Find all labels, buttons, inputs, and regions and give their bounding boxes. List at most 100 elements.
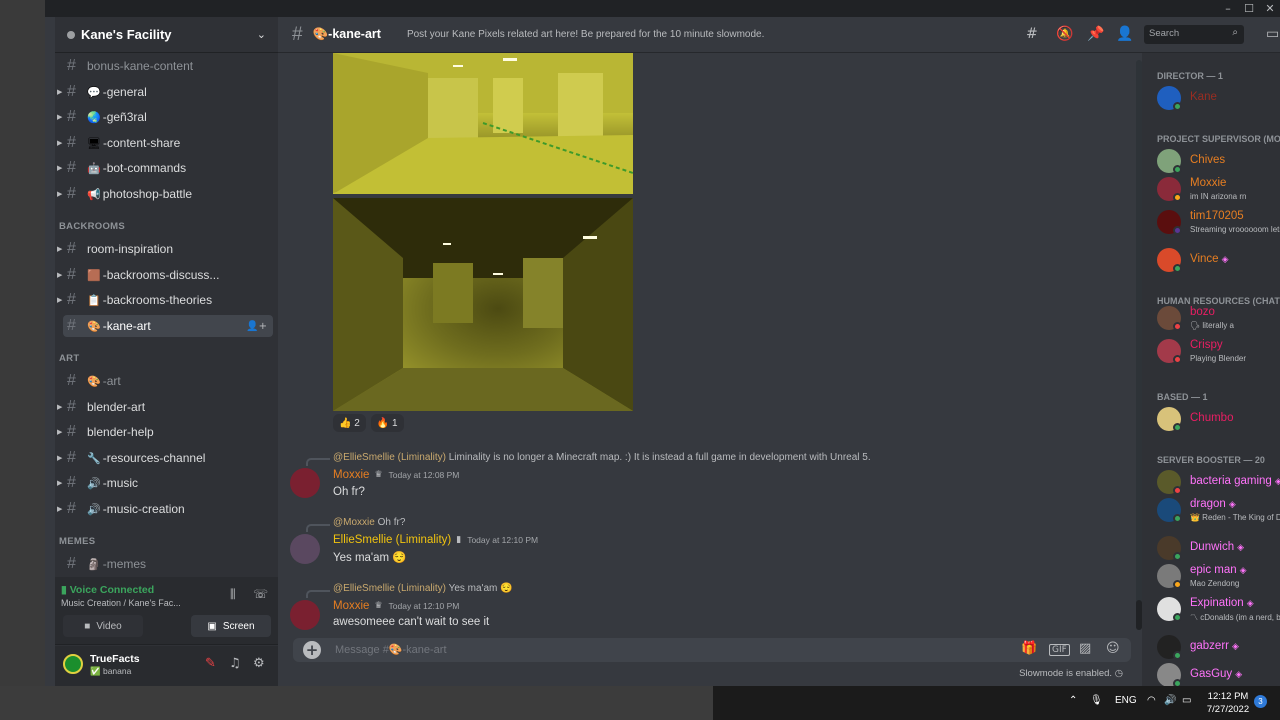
member-item[interactable]: dragon◈ 👑 Reden - The King of Dragons [1157, 496, 1280, 526]
channel-item[interactable]: ▶ # 🤖 -bot-commands [57, 157, 273, 179]
member-item[interactable]: Crispy Playing Blender [1157, 337, 1280, 367]
noise-suppression-icon[interactable]: ⫼ [230, 587, 236, 602]
channel-item[interactable]: ▶ # 💬 -general [57, 81, 273, 103]
attached-image-1[interactable] [333, 53, 634, 194]
reply-preview[interactable]: @EllieSmellie (Liminality) Yes ma'am 😌 [333, 583, 513, 594]
message-input[interactable]: Message #🎨-kane-art [335, 643, 447, 656]
microphone-icon[interactable]: 🎙 [1090, 695, 1103, 706]
channel-item[interactable]: # bonus-kane-content [63, 55, 273, 77]
inbox-icon[interactable]: ▭ [1266, 26, 1279, 42]
gear-icon[interactable]: ⚙ [253, 656, 265, 671]
sticker-icon[interactable]: ▨ [1079, 641, 1091, 656]
member-item[interactable]: Moxxie im IN arizona rn [1157, 175, 1280, 205]
upload-plus-icon[interactable]: + [303, 641, 321, 659]
channel-item[interactable]: ▶ # blender-help [57, 421, 273, 443]
reply-preview[interactable]: @EllieSmellie (Liminality) Liminality is… [333, 452, 871, 463]
message-author[interactable]: Moxxie [333, 469, 369, 481]
avatar[interactable] [63, 654, 83, 674]
member-list: DIRECTOR — 1PROJECT SUPERVISOR (MOD...HU… [1142, 53, 1280, 686]
volume-icon[interactable]: 🔊 [1164, 695, 1176, 706]
channel-item[interactable]: ▶ # 🔧 -resources-channel [57, 447, 273, 469]
gift-icon[interactable]: 🎁 [1021, 641, 1037, 656]
minimize-button[interactable]: – [1217, 2, 1239, 15]
status-indicator [1173, 486, 1182, 495]
hashtag-icon: # [67, 291, 76, 308]
member-item[interactable]: tim170205 Streaming vroooooom lets ... [1157, 208, 1280, 238]
member-name: gabzerr ◈ [1190, 640, 1239, 652]
reaction-thumbs-up[interactable]: 👍 2 [333, 414, 366, 432]
avatar[interactable] [290, 468, 320, 498]
avatar[interactable] [290, 534, 320, 564]
channel-header: # 🎨-kane-art Post your Kane Pixels relat… [278, 17, 1280, 53]
channel-label: room-inspiration [87, 242, 174, 256]
member-item[interactable]: epic man ◈ Mao Zendong [1157, 562, 1280, 592]
battery-icon[interactable]: ▭ [1182, 695, 1191, 706]
maximize-button[interactable]: ☐ [1238, 2, 1260, 15]
message-author[interactable]: EllieSmellie (Liminality) [333, 534, 451, 546]
channel-emoji: 🔊 [87, 502, 101, 516]
category-header[interactable]: ART [59, 353, 79, 364]
category-header[interactable]: BACKROOMS [59, 221, 125, 232]
search-input[interactable]: Search ⌕ [1144, 25, 1244, 44]
channel-item[interactable]: ▶ # 🌏 -geñ3ral [57, 106, 273, 128]
member-item[interactable]: gabzerr ◈ [1157, 633, 1280, 663]
boost-gem-icon: ◈ [1274, 476, 1280, 486]
reply-connector [306, 590, 330, 598]
threads-icon[interactable]: # [1026, 26, 1038, 42]
member-item[interactable]: Kane [1157, 84, 1280, 114]
message-text: awesomeee can't wait to see it [333, 616, 490, 628]
close-button[interactable]: ✕ [1259, 2, 1280, 15]
avatar[interactable] [290, 600, 320, 630]
screen-share-button[interactable]: ▣ Screen [191, 615, 271, 637]
channel-emoji: 🔊 [87, 476, 101, 490]
channel-item[interactable]: # 🎨 -art [63, 370, 273, 392]
server-header[interactable]: Kane's Facility ⌄ [55, 17, 278, 53]
member-item[interactable]: bozo 🗣 literally a [1157, 304, 1280, 334]
reaction-fire[interactable]: 🔥 1 [370, 414, 404, 432]
wifi-icon[interactable]: ◠ [1147, 695, 1156, 706]
member-activity: im IN arizona rn [1190, 192, 1247, 201]
gif-icon[interactable]: GIF [1049, 644, 1070, 656]
member-list-icon[interactable]: 👤 [1116, 26, 1133, 42]
channel-item[interactable]: ▶ # 📢 photoshop-battle [57, 183, 273, 205]
message-author[interactable]: Moxxie [333, 600, 369, 612]
member-item[interactable]: Chives [1157, 147, 1280, 177]
member-item[interactable]: Dunwich ◈ [1157, 534, 1280, 564]
member-item[interactable]: bacteria gaming ◈ [1157, 468, 1280, 498]
channel-item[interactable]: ▶ # 🟫 -backrooms-discuss... [57, 264, 273, 286]
category-header[interactable]: MEMES [59, 536, 95, 547]
member-item[interactable]: GasGuy ◈ [1157, 661, 1280, 686]
channel-item[interactable]: # 🗿 -memes [63, 553, 273, 575]
member-item[interactable]: Chumbo [1157, 405, 1280, 435]
member-item[interactable]: Vince ◈ [1157, 246, 1280, 276]
chevron-up-icon[interactable]: ⌃ [1069, 695, 1077, 706]
channel-emoji: 💬 [87, 85, 101, 99]
member-name: Vince ◈ [1190, 253, 1228, 265]
timestamp: Today at 12:08 PM [388, 470, 460, 480]
notification-count[interactable]: 3 [1254, 695, 1267, 708]
channel-item[interactable]: ▶ # 🔊 -music [57, 472, 273, 494]
chevron-right-icon: ▶ [57, 245, 63, 253]
member-item[interactable]: Expination◈ 〽 cDonalds (im a nerd, but a … [1157, 595, 1280, 625]
invite-icon[interactable]: 👤+ [246, 321, 267, 332]
reply-preview[interactable]: @Moxxie Oh fr? [333, 517, 405, 528]
channel-item[interactable]: ▶ # blender-art [57, 396, 273, 418]
system-clock[interactable]: 12:12 PM 7/27/2022 [1200, 690, 1256, 716]
video-button[interactable]: ■ Video [63, 615, 143, 637]
channel-item[interactable]: ▶ # 🖥 -content-share [57, 132, 273, 154]
channel-item[interactable]: ▶ # room-inspiration [57, 238, 273, 260]
channel-item[interactable]: ▶ # 📋 -backrooms-theories [57, 289, 273, 311]
emoji-icon[interactable]: ☺ [1106, 641, 1120, 656]
channel-item[interactable]: ▶ # 🔊 -music-creation [57, 498, 273, 520]
headphones-icon[interactable]: ♫ [229, 656, 241, 671]
disconnect-icon[interactable]: ☏ [253, 587, 268, 601]
mute-icon[interactable]: ✎ [205, 656, 216, 671]
channel-item[interactable]: # 🎨 -kane-art 👤+ [63, 315, 273, 337]
attached-image-2[interactable] [333, 198, 633, 411]
pin-icon[interactable]: 📌 [1087, 26, 1104, 42]
message-composer[interactable]: + Message #🎨-kane-art 🎁 GIF ▨ ☺ [293, 638, 1131, 662]
notification-bell-icon[interactable]: 🔕 [1056, 26, 1073, 42]
member-activity: 〽 cDonalds (im a nerd, but a ... [1190, 613, 1280, 622]
language-indicator[interactable]: ENG [1115, 695, 1137, 706]
channel-topic[interactable]: Post your Kane Pixels related art here! … [407, 29, 764, 40]
